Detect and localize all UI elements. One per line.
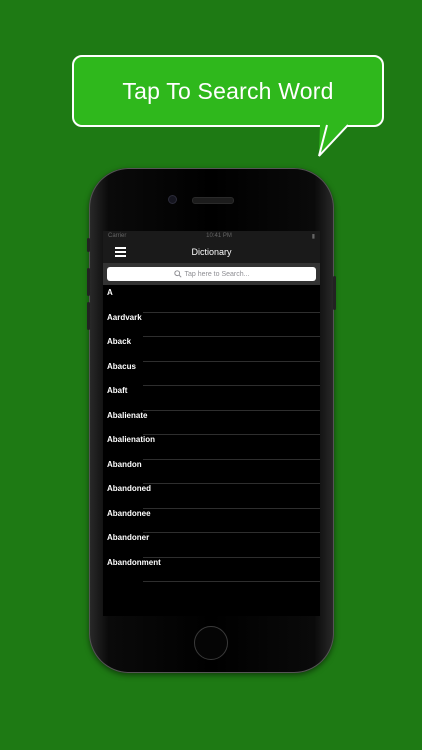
promo-speech-bubble: Tap To Search Word — [72, 55, 384, 127]
volume-down-button — [87, 302, 90, 330]
status-time: 10:41 PM — [206, 233, 232, 239]
list-item[interactable]: Abalienate — [103, 411, 320, 436]
list-item[interactable]: Aback — [103, 337, 320, 362]
home-button-icon — [194, 626, 228, 660]
list-item[interactable]: Abalienation — [103, 435, 320, 460]
search-bar: Tap here to Search... — [103, 263, 320, 285]
menu-icon[interactable] — [115, 247, 126, 257]
battery-icon: ▮ — [311, 233, 315, 240]
search-input[interactable]: Tap here to Search... — [107, 267, 316, 281]
camera-icon — [168, 195, 177, 204]
list-item[interactable]: Aardvark — [103, 313, 320, 338]
list-item[interactable]: Abandoner — [103, 533, 320, 558]
search-placeholder: Tap here to Search... — [184, 270, 250, 278]
list-item[interactable]: Abandoned — [103, 484, 320, 509]
list-item[interactable]: Abacus — [103, 362, 320, 387]
mute-switch — [87, 238, 90, 252]
navigation-bar: Dictionary — [103, 241, 320, 263]
list-item[interactable]: Abandonment — [103, 558, 320, 583]
volume-up-button — [87, 268, 90, 296]
page-title: Dictionary — [191, 247, 232, 257]
status-bar: Carrier 10:41 PM ▮ — [103, 231, 320, 241]
earpiece-speaker — [192, 197, 234, 204]
speech-bubble-tail-icon — [318, 124, 349, 157]
list-item[interactable]: Abandon — [103, 460, 320, 485]
phone-screen: Carrier 10:41 PM ▮ Dictionary Tap here t… — [103, 231, 320, 616]
status-carrier: Carrier — [108, 233, 127, 239]
promo-bubble-text: Tap To Search Word — [122, 77, 334, 104]
power-button — [333, 276, 336, 310]
word-list: A Aardvark Aback Abacus Abaft Abalienate… — [103, 285, 320, 582]
list-item[interactable]: Abandonee — [103, 509, 320, 534]
phone-mockup: Carrier 10:41 PM ▮ Dictionary Tap here t… — [87, 168, 336, 673]
list-item[interactable]: Abaft — [103, 386, 320, 411]
list-item[interactable]: A — [103, 288, 320, 313]
search-icon — [173, 270, 182, 278]
